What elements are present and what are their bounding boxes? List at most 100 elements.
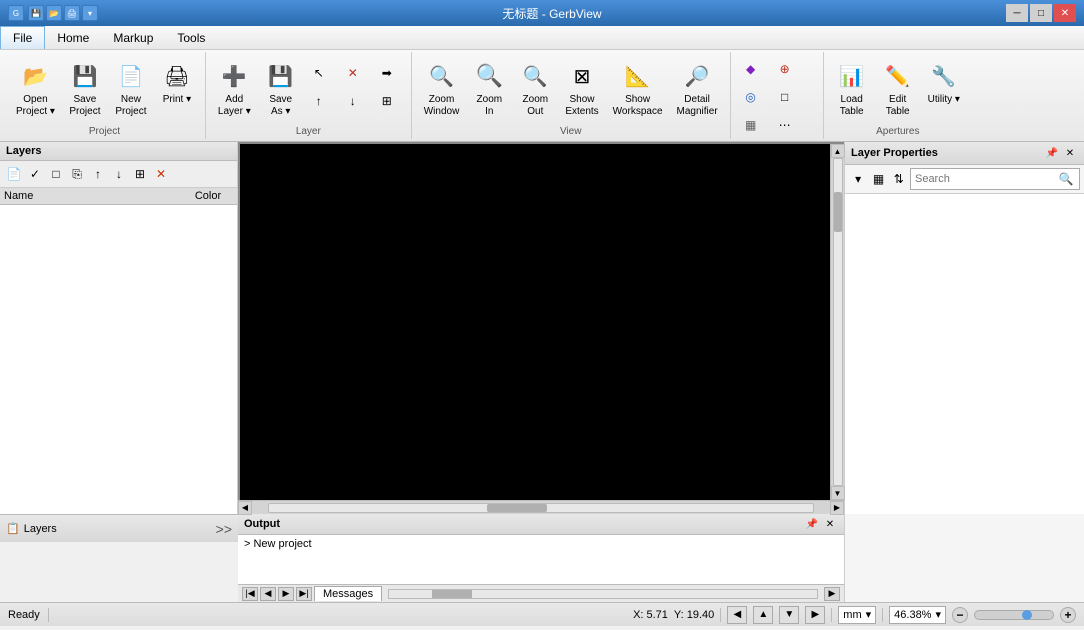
save-project-button[interactable]: 💾 SaveProject — [63, 56, 107, 122]
menu-home[interactable]: Home — [45, 26, 101, 49]
zoom-in-icon: 🔍 — [473, 60, 505, 92]
layer-merge-btn[interactable]: ⊞ — [130, 164, 150, 184]
units-dropdown[interactable]: mm ▾ — [838, 606, 876, 624]
output-close-btn[interactable]: ✕ — [822, 516, 838, 532]
vscroll-down[interactable]: ▼ — [831, 486, 845, 500]
print-button[interactable]: 🖨 Print ▾ — [155, 56, 199, 110]
nav-down-btn[interactable]: ▼ — [779, 606, 799, 624]
grid-icon: ⊞ — [377, 91, 397, 111]
edit-table-button[interactable]: ✏️ EditTable — [876, 56, 920, 122]
open-project-button[interactable]: 📂 OpenProject ▾ — [10, 56, 61, 122]
view-tool-2[interactable]: ⊕ — [771, 56, 803, 82]
props-sort-btn[interactable]: ⇅ — [890, 168, 908, 190]
props-close-btn[interactable]: ✕ — [1062, 145, 1078, 161]
down-arrow-icon: ↓ — [343, 91, 363, 111]
layer-up-btn[interactable]: ↑ — [88, 164, 108, 184]
nav-prev-btn[interactable]: ◀ — [260, 587, 276, 601]
hscroll-right[interactable]: ▶ — [830, 501, 844, 515]
nav-right-btn[interactable]: ▶ — [805, 606, 825, 624]
quick-access-more[interactable]: ▾ — [82, 5, 98, 21]
new-project-label: NewProject — [115, 94, 146, 118]
units-arrow: ▾ — [866, 608, 872, 621]
messages-tab[interactable]: Messages — [314, 586, 382, 601]
zoom-in-button[interactable]: 🔍 ZoomIn — [467, 56, 511, 122]
zoom-in-status-btn[interactable]: + — [1060, 607, 1076, 623]
zoom-out-status-btn[interactable]: − — [952, 607, 968, 623]
zoom-slider-thumb[interactable] — [1022, 610, 1032, 620]
zoom-dropdown[interactable]: 46.38% ▾ — [889, 606, 946, 624]
layers-col-color: Color — [183, 190, 233, 202]
props-pin-btn[interactable]: 📌 — [1044, 145, 1060, 161]
layer-down-btn[interactable]: ↓ — [109, 164, 129, 184]
menu-tools[interactable]: Tools — [165, 26, 217, 49]
zoom-window-button[interactable]: 🔍 ZoomWindow — [418, 56, 466, 122]
zoom-value: 46.38% — [894, 609, 931, 621]
view-tool-4[interactable]: □ — [771, 84, 803, 110]
quick-access-save[interactable]: 💾 — [28, 5, 44, 21]
delete-layer-tool[interactable]: ✕ — [339, 60, 371, 86]
canvas-area[interactable]: ▲ ▼ ◀ ▶ — [238, 142, 844, 514]
grid-tool[interactable]: ⊞ — [373, 88, 405, 114]
add-layer-icon: ➕ — [218, 60, 250, 92]
props-table-btn[interactable]: ▦ — [869, 168, 887, 190]
layer-props-header: Layer Properties 📌 ✕ — [845, 142, 1084, 165]
menu-file[interactable]: File — [0, 26, 45, 49]
view-tool-6[interactable]: ⋯ — [771, 112, 803, 138]
layer-delete-btn[interactable]: ✕ — [151, 164, 171, 184]
arrow-right-tool[interactable]: ➡ — [373, 60, 405, 86]
detail-magnifier-button[interactable]: 🔎 DetailMagnifier — [671, 56, 724, 122]
props-expand-btn[interactable]: ▾ — [849, 168, 867, 190]
new-project-button[interactable]: 📄 NewProject — [109, 56, 153, 122]
select-layer-tool[interactable]: ↖ — [305, 60, 337, 86]
zoom-out-button[interactable]: 🔍 ZoomOut — [513, 56, 557, 122]
save-as-button[interactable]: 💾 SaveAs ▾ — [259, 56, 303, 122]
layer-rect-btn[interactable]: □ — [46, 164, 66, 184]
output-pin-btn[interactable]: 📌 — [804, 516, 820, 532]
view-tool-3[interactable]: ◎ — [737, 84, 769, 110]
layer-copy-btn[interactable]: ⎘ — [67, 164, 87, 184]
open-project-icon: 📂 — [19, 60, 51, 92]
nav-last-btn[interactable]: ▶| — [296, 587, 312, 601]
quick-access-print[interactable]: 🖨 — [64, 5, 80, 21]
vscroll-up[interactable]: ▲ — [831, 144, 845, 158]
nav-next-btn[interactable]: ▶ — [278, 587, 294, 601]
layers-expand-btn[interactable]: >> — [216, 521, 232, 537]
load-table-button[interactable]: 📊 LoadTable — [830, 56, 874, 122]
move-up-tool[interactable]: ↑ — [305, 88, 337, 114]
maximize-button[interactable]: □ — [1030, 4, 1052, 22]
menu-markup[interactable]: Markup — [101, 26, 165, 49]
status-bar: Ready X: 5.71 Y: 19.40 ◀ ▲ ▼ ▶ mm ▾ 46.3… — [0, 602, 1084, 626]
zoom-slider[interactable] — [974, 610, 1054, 620]
vscroll-thumb[interactable] — [834, 192, 842, 232]
canvas-vscrollbar[interactable]: ▲ ▼ — [830, 144, 844, 500]
close-button[interactable]: ✕ — [1054, 4, 1076, 22]
layer-new-btn[interactable]: 📄 — [4, 164, 24, 184]
view-tools-label — [737, 138, 817, 140]
nav-first-btn[interactable]: |◀ — [242, 587, 258, 601]
quick-access-open[interactable]: 📂 — [46, 5, 62, 21]
add-layer-button[interactable]: ➕ AddLayer ▾ — [212, 56, 257, 122]
output-scrollbar-h[interactable] — [388, 589, 818, 599]
nav-up-btn[interactable]: ▲ — [753, 606, 773, 624]
vscroll-track[interactable] — [833, 158, 843, 486]
show-workspace-button[interactable]: 📐 ShowWorkspace — [607, 56, 669, 122]
show-extents-button[interactable]: ⊠ ShowExtents — [559, 56, 604, 122]
move-down-tool[interactable]: ↓ — [339, 88, 371, 114]
hscroll-left[interactable]: ◀ — [238, 501, 252, 515]
canvas-hscrollbar[interactable]: ◀ ▶ — [238, 500, 844, 514]
hscroll-track[interactable] — [268, 503, 814, 513]
output-scroll-right[interactable]: ▶ — [824, 587, 840, 601]
view-tool-5[interactable]: ▦ — [737, 112, 769, 138]
output-scroll-thumb[interactable] — [432, 590, 472, 598]
nav-left-btn[interactable]: ◀ — [727, 606, 747, 624]
show-workspace-label: ShowWorkspace — [613, 94, 663, 118]
view-tool-1[interactable]: ◆ — [737, 56, 769, 82]
hscroll-thumb[interactable] — [487, 504, 547, 512]
search-icon[interactable]: 🔍 — [1057, 170, 1075, 188]
utility-button[interactable]: 🔧 Utility ▾ — [922, 56, 966, 110]
search-input[interactable] — [915, 173, 1057, 185]
minimize-button[interactable]: ─ — [1006, 4, 1028, 22]
layers-bottom-icon: 📋 — [6, 522, 20, 535]
layer-check-btn[interactable]: ✓ — [25, 164, 45, 184]
output-text: > New project — [244, 538, 312, 550]
